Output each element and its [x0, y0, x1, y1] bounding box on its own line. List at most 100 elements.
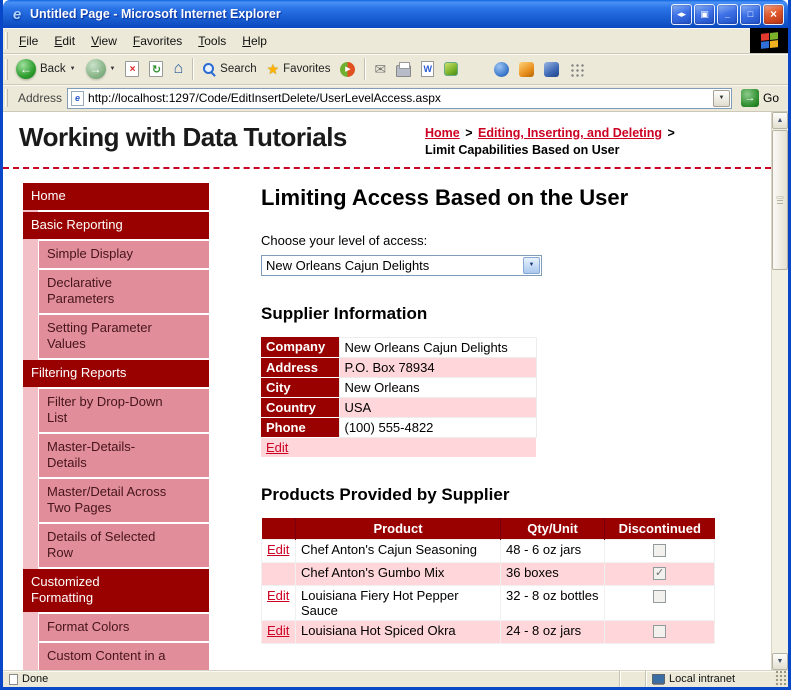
- window-title: Untitled Page - Microsoft Internet Explo…: [30, 7, 281, 21]
- scrollbar-thumb[interactable]: [772, 130, 788, 270]
- web-tool-button-2[interactable]: [514, 60, 539, 79]
- sidebar-item-customized-formatting[interactable]: Customized Formatting: [23, 568, 209, 612]
- breadcrumb-current: Limit Capabilities Based on User: [425, 142, 620, 157]
- go-label: Go: [762, 91, 779, 105]
- search-icon: [202, 62, 216, 76]
- table-row: Address P.O. Box 78934: [261, 356, 537, 378]
- sidebar-item-master-details-details[interactable]: Master-Details-Details: [39, 433, 209, 477]
- maximize-button[interactable]: □: [740, 3, 761, 25]
- table-row: City New Orleans: [261, 376, 537, 398]
- discontinued-cell: [604, 538, 715, 563]
- breadcrumb-separator: >: [465, 126, 473, 140]
- table-row: Country USA: [261, 396, 537, 418]
- web-tool-button-3[interactable]: [539, 60, 564, 79]
- menubar-grip[interactable]: [5, 31, 8, 50]
- media-button[interactable]: ▶: [335, 60, 360, 79]
- product-edit-link[interactable]: Edit: [267, 623, 289, 638]
- messenger-button[interactable]: [439, 60, 463, 78]
- table-row: Company New Orleans Cajun Delights: [261, 336, 537, 358]
- web-page: Working with Data Tutorials Home > Editi…: [3, 112, 771, 670]
- product-edit-link[interactable]: Edit: [267, 588, 289, 603]
- sidebar-item-filter-by-dropdown-list[interactable]: Filter by Drop-Down List: [39, 388, 209, 432]
- menu-item-help[interactable]: Help: [234, 30, 275, 52]
- sidebar-item-setting-parameter-values[interactable]: Setting Parameter Values: [39, 314, 209, 358]
- forward-button[interactable]: → ▼: [81, 57, 121, 81]
- breadcrumb-link-home[interactable]: Home: [425, 126, 460, 140]
- sidebar-item-master-detail-two-pages[interactable]: Master/Detail Across Two Pages: [39, 478, 209, 522]
- column-header-discontinued: Discontinued: [604, 517, 715, 540]
- product-cell: Chef Anton's Gumbo Mix: [295, 561, 501, 586]
- sidebar-item-simple-display[interactable]: Simple Display: [39, 240, 209, 268]
- scroll-up-button[interactable]: ▲: [772, 112, 788, 129]
- menu-item-tools[interactable]: Tools: [190, 30, 234, 52]
- local-intranet-icon: [652, 674, 665, 684]
- messenger-icon: [444, 62, 459, 76]
- edit-with-word-button[interactable]: W: [416, 59, 439, 79]
- discontinued-checkbox[interactable]: [653, 624, 666, 638]
- sidebar-item-format-colors[interactable]: Format Colors: [39, 613, 209, 641]
- search-button[interactable]: Search: [197, 60, 261, 78]
- sidebar-item-details-of-selected-row[interactable]: Details of Selected Row: [39, 523, 209, 567]
- star-icon: ★: [266, 61, 280, 77]
- browser-window: e Untitled Page - Microsoft Internet Exp…: [0, 0, 791, 690]
- discontinued-checkbox[interactable]: [653, 566, 666, 580]
- supplier-field-value: New Orleans: [338, 376, 537, 398]
- discontinued-checkbox[interactable]: [653, 543, 666, 557]
- edit-cell: Edit: [261, 538, 296, 563]
- breadcrumb: Home > Editing, Inserting, and Deleting …: [425, 122, 757, 159]
- screen-toggle-button[interactable]: ◂▸: [671, 3, 692, 25]
- resize-grip[interactable]: [774, 671, 788, 687]
- sidebar-item-basic-reporting[interactable]: Basic Reporting: [23, 211, 209, 239]
- print-button[interactable]: [391, 60, 416, 79]
- sidebar-item-custom-content[interactable]: Custom Content in a: [39, 642, 209, 670]
- minimize-button[interactable]: _: [717, 3, 738, 25]
- stop-icon: ×: [125, 61, 140, 77]
- column-header-product: Product: [295, 517, 501, 540]
- edit-cell: [261, 561, 296, 586]
- toolbar-separator: [192, 58, 194, 80]
- sidebar-item-filtering-reports[interactable]: Filtering Reports: [23, 359, 209, 387]
- discontinued-checkbox[interactable]: [653, 589, 666, 603]
- refresh-button[interactable]: ↻: [144, 59, 168, 79]
- chevron-down-icon[interactable]: ▼: [523, 256, 540, 274]
- page-icon: e: [71, 90, 85, 106]
- screen-button[interactable]: ▣: [694, 3, 715, 25]
- menu-item-favorites[interactable]: Favorites: [125, 30, 190, 52]
- supplier-field-label: Phone: [261, 417, 339, 438]
- qty-cell: 48 - 6 oz jars: [500, 538, 605, 563]
- back-button[interactable]: ← Back ▼: [11, 57, 81, 81]
- supplier-field-value: (100) 555-4822: [338, 416, 537, 438]
- address-input[interactable]: e http://localhost:1297/Code/EditInsertD…: [67, 87, 732, 109]
- menu-item-file[interactable]: File: [11, 30, 46, 52]
- web-tool-button-4[interactable]: [564, 60, 589, 79]
- access-level-select[interactable]: New Orleans Cajun Delights ▼: [261, 254, 542, 276]
- back-icon: ←: [16, 59, 36, 79]
- scroll-down-button[interactable]: ▼: [772, 653, 788, 670]
- breadcrumb-separator: >: [667, 126, 675, 140]
- vertical-scrollbar[interactable]: ▲ ▼: [771, 112, 788, 670]
- supplier-edit-link[interactable]: Edit: [266, 440, 288, 455]
- breadcrumb-link-editing[interactable]: Editing, Inserting, and Deleting: [478, 126, 662, 140]
- sidebar-item-home[interactable]: Home: [23, 182, 209, 210]
- toolbar-grip[interactable]: [5, 58, 8, 80]
- status-empty-pane: [620, 671, 646, 687]
- favorites-button[interactable]: ★ Favorites: [262, 60, 336, 78]
- supplier-field-label: Company: [261, 337, 339, 358]
- page-body: Home Basic Reporting Simple Display Decl…: [3, 169, 771, 670]
- menu-item-view[interactable]: View: [83, 30, 125, 52]
- mail-button[interactable]: ✉: [369, 60, 391, 78]
- site-title: Working with Data Tutorials: [19, 122, 347, 152]
- sidebar-item-declarative-parameters[interactable]: Declarative Parameters: [39, 269, 209, 313]
- web-tool-button-1[interactable]: [489, 60, 514, 79]
- product-edit-link[interactable]: Edit: [267, 542, 289, 557]
- chevron-down-icon: ▼: [69, 66, 76, 72]
- address-dropdown-button[interactable]: ▼: [712, 89, 730, 107]
- menu-item-edit[interactable]: Edit: [46, 30, 83, 52]
- addressbar-grip[interactable]: [5, 88, 8, 108]
- stop-button[interactable]: ×: [120, 59, 144, 79]
- close-button[interactable]: ×: [763, 3, 784, 25]
- home-button[interactable]: ⌂: [168, 59, 188, 79]
- go-button[interactable]: → Go: [737, 88, 783, 108]
- access-level-label: Choose your level of access:: [261, 232, 428, 248]
- status-text: Done: [22, 673, 49, 685]
